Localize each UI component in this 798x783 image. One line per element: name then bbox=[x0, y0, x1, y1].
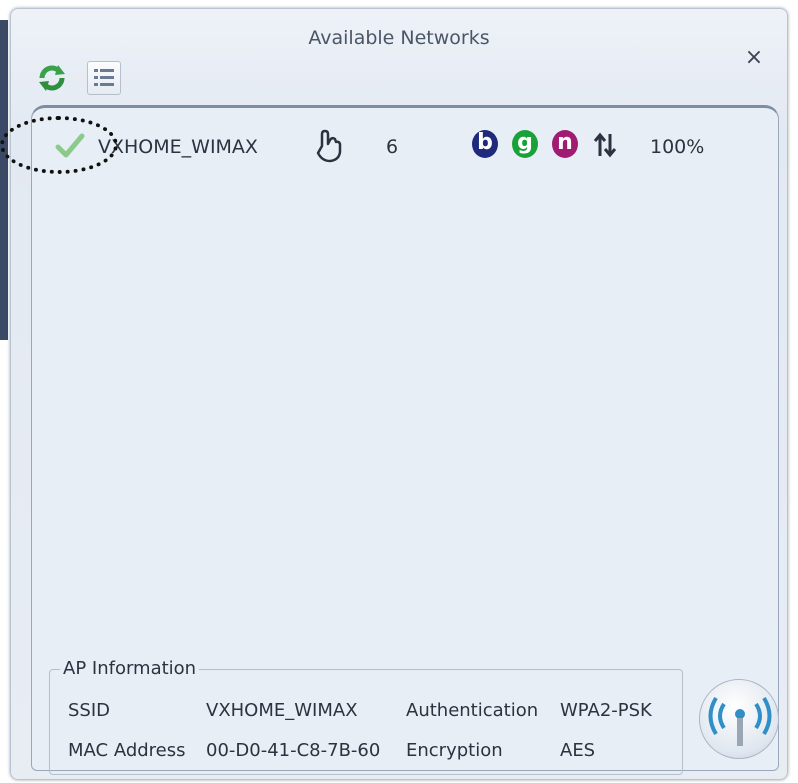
close-button[interactable]: × bbox=[743, 47, 765, 69]
ap-information-legend: AP Information bbox=[60, 658, 200, 679]
mode-n-badge: n bbox=[552, 130, 578, 158]
wireless-antenna-button[interactable] bbox=[699, 679, 779, 759]
window-title: Available Networks bbox=[308, 27, 490, 49]
list-view-button[interactable] bbox=[87, 61, 121, 95]
list-icon bbox=[94, 69, 114, 86]
mac-address-label: MAC Address bbox=[68, 740, 186, 761]
signal-strength: 100% bbox=[650, 136, 705, 158]
mac-address-value: 00-D0-41-C8-7B-60 bbox=[206, 740, 381, 761]
antenna-signal-icon bbox=[708, 696, 772, 746]
network-channel: 6 bbox=[386, 136, 399, 158]
authentication-label: Authentication bbox=[406, 700, 539, 721]
ssid-label: SSID bbox=[68, 700, 111, 721]
ssid-value: VXHOME_WIMAX bbox=[206, 700, 358, 721]
encryption-label: Encryption bbox=[406, 740, 503, 761]
network-ssid: VXHOME_WIMAX bbox=[98, 136, 258, 158]
network-row[interactable]: VXHOME_WIMAX 6 b g n 100% bbox=[40, 126, 760, 166]
ap-information-group: AP Information SSID VXHOME_WIMAX Authent… bbox=[49, 658, 683, 775]
highlight-circle bbox=[0, 116, 118, 174]
available-networks-window: Available Networks × VXHOME_WIMAX 6 b g … bbox=[10, 8, 788, 780]
mode-b-badge: b bbox=[472, 130, 498, 158]
refresh-icon bbox=[39, 65, 65, 91]
authentication-value: WPA2-PSK bbox=[560, 700, 652, 721]
security-arrows-icon bbox=[593, 132, 617, 158]
hand-icon bbox=[316, 129, 342, 163]
encryption-value: AES bbox=[560, 740, 596, 761]
mode-g-badge: g bbox=[512, 130, 538, 158]
background-window-edge bbox=[0, 20, 8, 340]
refresh-button[interactable] bbox=[35, 61, 69, 95]
